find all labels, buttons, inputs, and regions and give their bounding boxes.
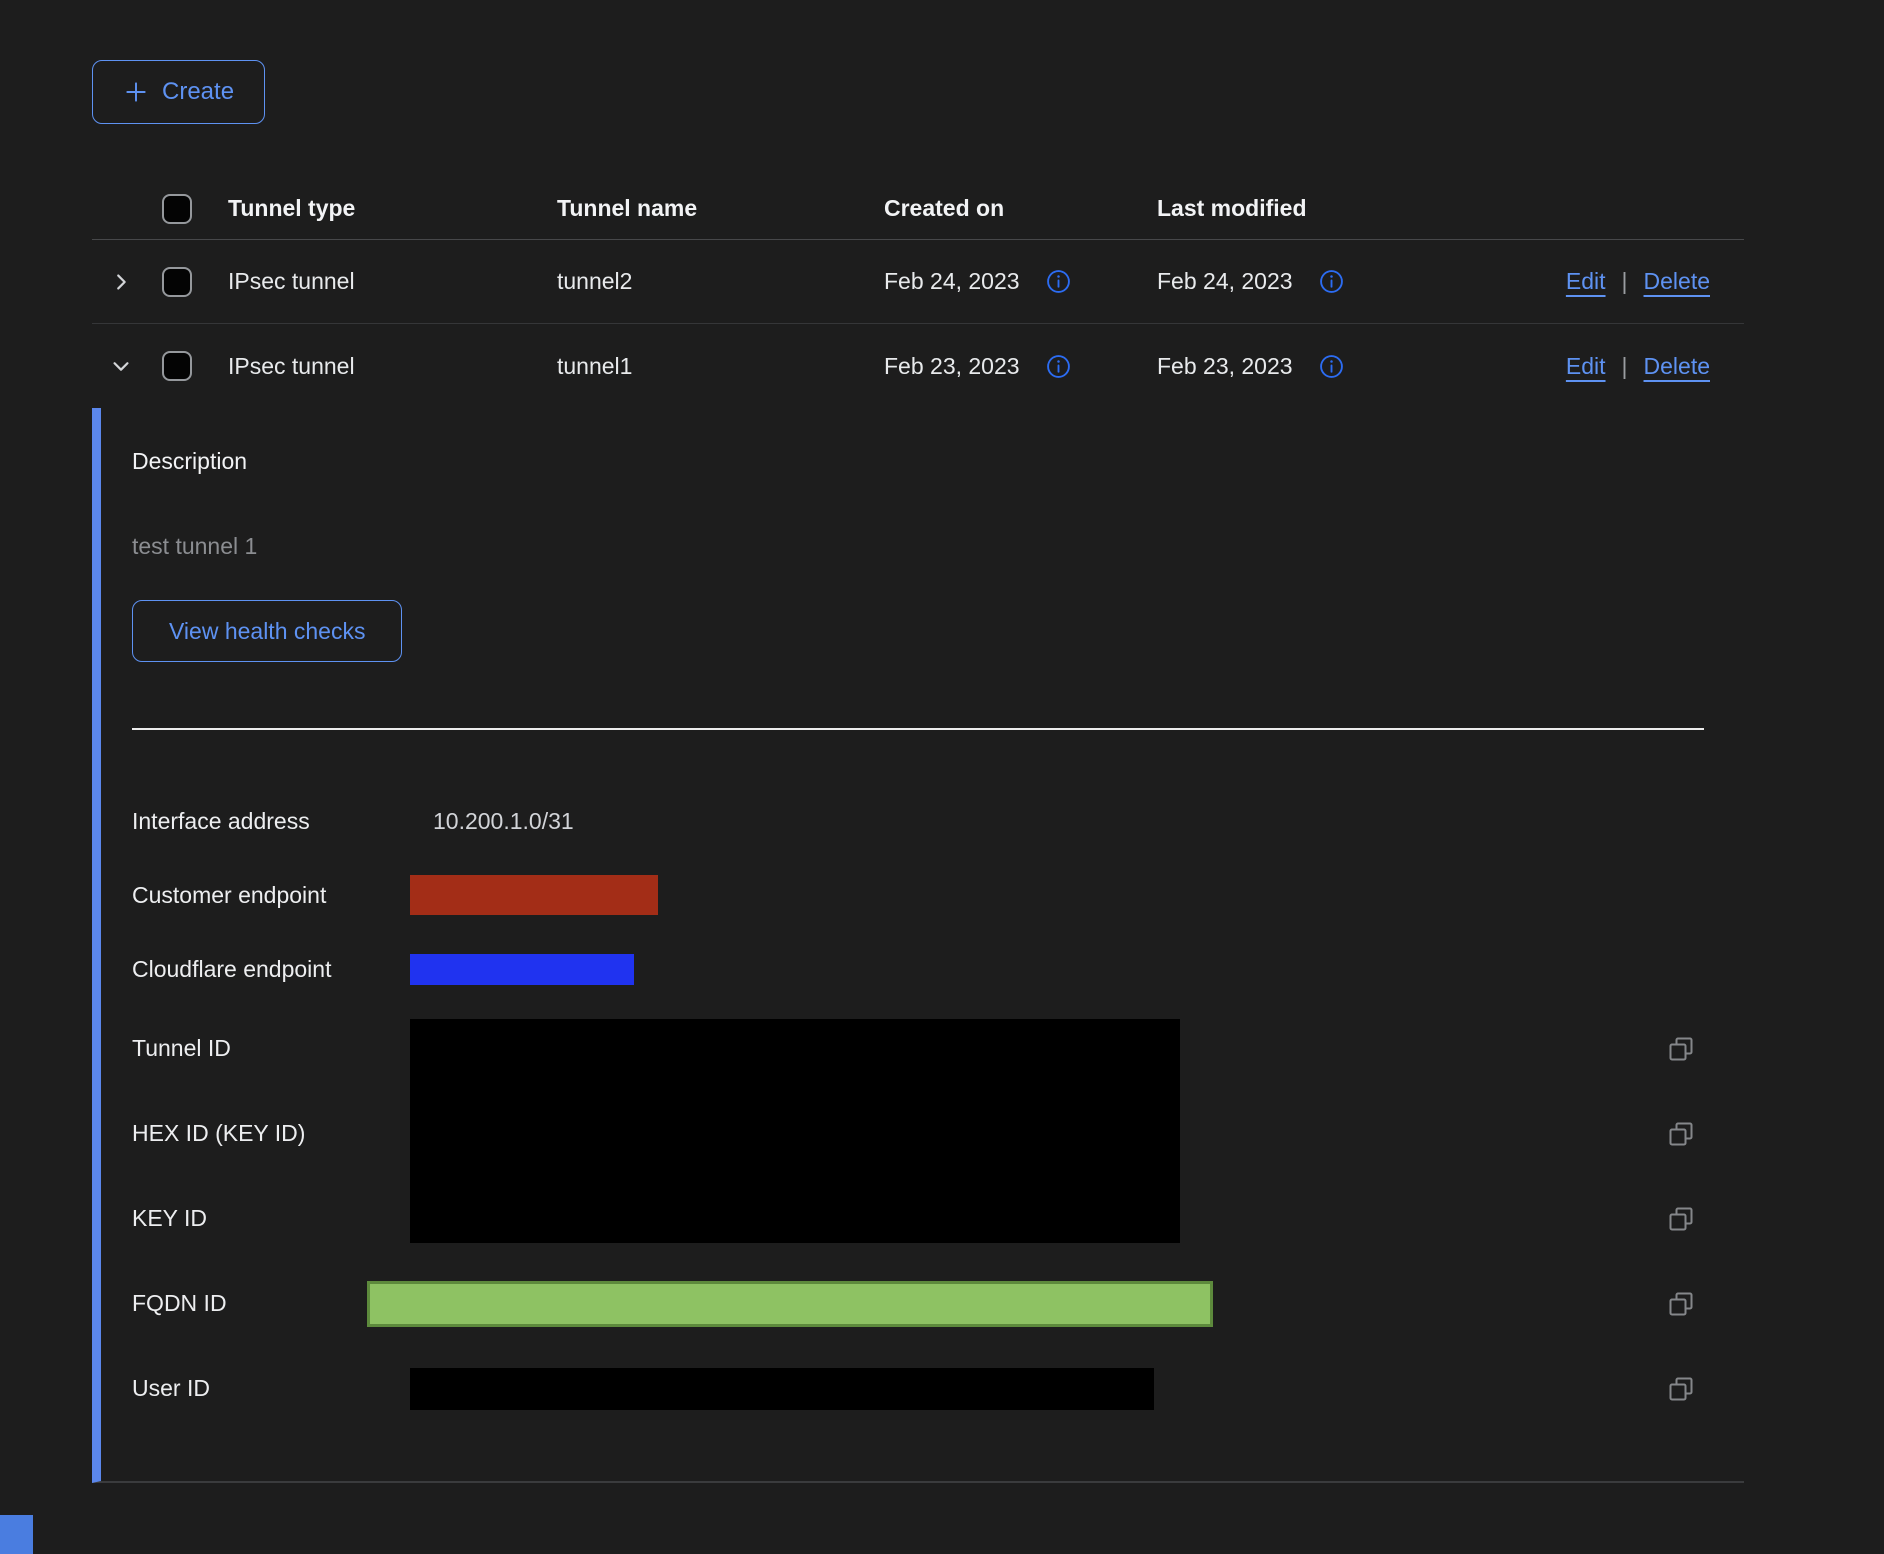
table-row: IPsec tunnel tunnel2 Feb 24, 2023 Feb 24… (92, 240, 1744, 324)
row-checkbox[interactable] (162, 267, 192, 297)
delete-link[interactable]: Delete (1644, 353, 1710, 380)
user-id-redaction (410, 1368, 1154, 1410)
created-on-cell: Feb 24, 2023 (884, 268, 1020, 295)
edit-link[interactable]: Edit (1566, 353, 1606, 380)
edit-link[interactable]: Edit (1566, 268, 1606, 295)
corner-blue-rectangle (0, 1515, 33, 1554)
tunnel-type-cell: IPsec tunnel (218, 268, 549, 295)
tunnel-type-cell: IPsec tunnel (218, 353, 549, 380)
description-value: test tunnel 1 (132, 531, 1744, 562)
info-icon[interactable] (1319, 354, 1344, 379)
interface-address-row: Interface address 10.200.1.0/31 (132, 784, 1744, 858)
copy-icons-column (1668, 1006, 1744, 1261)
chevron-down-icon[interactable] (110, 355, 132, 377)
copy-icon[interactable] (1668, 1036, 1694, 1062)
ipsec-tunnels-page: Create Tunnel type Tunnel name Created o… (0, 0, 1884, 1554)
cloudflare-endpoint-redaction (410, 954, 634, 985)
copy-icon[interactable] (1668, 1121, 1694, 1147)
create-button[interactable]: Create (92, 60, 265, 124)
select-all-checkbox[interactable] (162, 194, 192, 224)
action-separator: | (1622, 353, 1628, 380)
column-header-last-modified: Last modified (1150, 195, 1440, 222)
copy-icon[interactable] (1668, 1291, 1694, 1317)
cloudflare-endpoint-label: Cloudflare endpoint (132, 956, 410, 983)
copy-icon[interactable] (1668, 1206, 1694, 1232)
tunnel-ids-redaction (410, 1019, 1180, 1243)
user-id-label: User ID (132, 1375, 410, 1402)
action-separator: | (1622, 268, 1628, 295)
table-header-row: Tunnel type Tunnel name Created on Last … (92, 178, 1744, 240)
view-health-checks-button[interactable]: View health checks (132, 600, 402, 662)
last-modified-cell: Feb 24, 2023 (1157, 268, 1293, 295)
tunnel-name-cell: tunnel1 (549, 353, 876, 380)
row-checkbox[interactable] (162, 351, 192, 381)
user-id-row: User ID (132, 1346, 1744, 1431)
last-modified-cell: Feb 23, 2023 (1157, 353, 1293, 380)
column-header-tunnel-type: Tunnel type (218, 195, 549, 222)
expanded-tunnel-details: Description test tunnel 1 View health ch… (92, 408, 1744, 1483)
chevron-right-icon[interactable] (110, 271, 132, 293)
customer-endpoint-row: Customer endpoint (132, 858, 1744, 932)
cloudflare-endpoint-row: Cloudflare endpoint (132, 932, 1744, 1006)
interface-address-label: Interface address (132, 808, 410, 835)
hex-id-label: HEX ID (KEY ID) (132, 1091, 410, 1176)
table-row: IPsec tunnel tunnel1 Feb 23, 2023 Feb 23… (92, 324, 1744, 408)
key-id-label: KEY ID (132, 1176, 410, 1261)
id-labels-column: Tunnel ID HEX ID (KEY ID) KEY ID (132, 1006, 410, 1261)
info-icon[interactable] (1046, 354, 1071, 379)
tunnel-name-cell: tunnel2 (549, 268, 876, 295)
section-divider (132, 728, 1704, 730)
plus-icon (123, 79, 149, 105)
description-label: Description (132, 446, 1744, 477)
tunnels-table: Tunnel type Tunnel name Created on Last … (92, 178, 1744, 1483)
created-on-cell: Feb 23, 2023 (884, 353, 1020, 380)
customer-endpoint-redaction (410, 875, 658, 915)
create-button-label: Create (162, 78, 234, 106)
delete-link[interactable]: Delete (1644, 268, 1710, 295)
tunnel-id-label: Tunnel ID (132, 1006, 410, 1091)
column-header-created-on: Created on (876, 195, 1150, 222)
tunnel-ids-block: Tunnel ID HEX ID (KEY ID) KEY ID (132, 1006, 1744, 1261)
fqdn-id-row: FQDN ID (132, 1261, 1744, 1346)
column-header-tunnel-name: Tunnel name (549, 195, 876, 222)
info-icon[interactable] (1046, 269, 1071, 294)
interface-address-value: 10.200.1.0/31 (410, 808, 574, 835)
info-icon[interactable] (1319, 269, 1344, 294)
customer-endpoint-label: Customer endpoint (132, 882, 410, 909)
copy-icon[interactable] (1668, 1376, 1694, 1402)
fqdn-id-redaction (367, 1281, 1213, 1327)
